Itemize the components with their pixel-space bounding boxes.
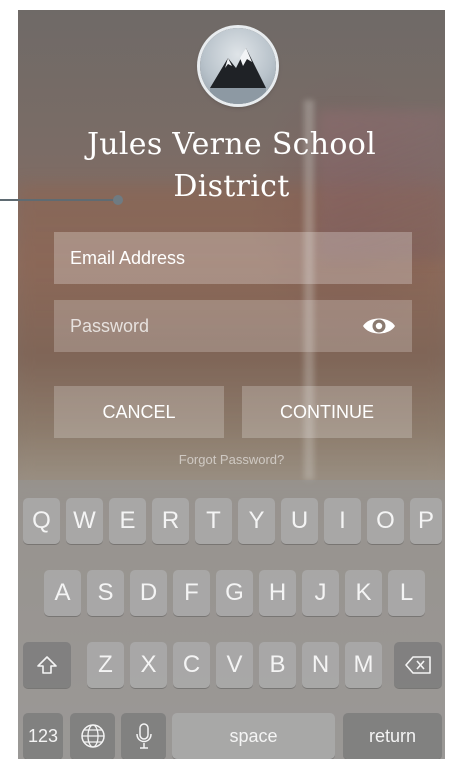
shift-arrow-icon	[37, 656, 57, 674]
key-l[interactable]: L	[388, 570, 425, 616]
numbers-key[interactable]: 123	[23, 713, 63, 759]
key-a[interactable]: A	[44, 570, 81, 616]
key-q[interactable]: Q	[23, 498, 60, 544]
key-d[interactable]: D	[130, 570, 167, 616]
globe-key[interactable]	[70, 713, 115, 759]
space-key[interactable]: space	[172, 713, 335, 759]
page-title: Jules Verne School District	[18, 124, 445, 208]
key-p[interactable]: P	[410, 498, 442, 544]
key-n[interactable]: N	[302, 642, 339, 688]
dictation-key[interactable]	[121, 713, 166, 759]
title-line-1: Jules Verne School	[86, 127, 377, 162]
title-line-2: District	[173, 169, 290, 204]
continue-button[interactable]: CONTINUE	[242, 386, 412, 438]
globe-icon	[80, 724, 105, 748]
key-o[interactable]: O	[367, 498, 404, 544]
key-j[interactable]: J	[302, 570, 339, 616]
shift-key[interactable]	[23, 642, 71, 688]
key-x[interactable]: X	[130, 642, 167, 688]
key-k[interactable]: K	[345, 570, 382, 616]
mountain-icon	[210, 48, 266, 104]
key-w[interactable]: W	[66, 498, 103, 544]
key-c[interactable]: C	[173, 642, 210, 688]
school-logo	[200, 28, 276, 104]
key-h[interactable]: H	[259, 570, 296, 616]
key-r[interactable]: R	[152, 498, 189, 544]
key-f[interactable]: F	[173, 570, 210, 616]
backspace-key[interactable]	[394, 642, 442, 688]
show-password-eye-icon[interactable]	[362, 314, 396, 338]
microphone-icon	[135, 723, 152, 749]
key-g[interactable]: G	[216, 570, 253, 616]
key-s[interactable]: S	[87, 570, 124, 616]
key-m[interactable]: M	[345, 642, 382, 688]
key-t[interactable]: T	[195, 498, 232, 544]
key-z[interactable]: Z	[87, 642, 124, 688]
cancel-button[interactable]: CANCEL	[54, 386, 224, 438]
key-i[interactable]: I	[324, 498, 361, 544]
key-y[interactable]: Y	[238, 498, 275, 544]
key-u[interactable]: U	[281, 498, 318, 544]
return-key[interactable]: return	[343, 713, 442, 759]
key-e[interactable]: E	[109, 498, 146, 544]
email-input[interactable]	[54, 232, 412, 284]
key-v[interactable]: V	[216, 642, 253, 688]
on-screen-keyboard: Q W E R T Y U I O P A S D F G H J K L Z …	[18, 480, 445, 759]
backspace-icon	[405, 656, 431, 674]
forgot-password-link[interactable]: Forgot Password?	[18, 452, 445, 467]
key-b[interactable]: B	[259, 642, 296, 688]
password-input[interactable]	[54, 300, 412, 352]
